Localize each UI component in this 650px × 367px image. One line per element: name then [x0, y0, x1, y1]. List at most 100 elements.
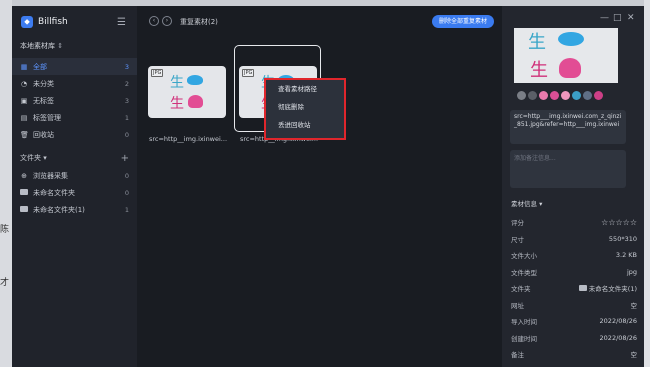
folder-item-unnamed-1[interactable]: 未命名文件夹(1) 1 [12, 201, 137, 218]
menu-item-delete-permanently[interactable]: 彻底删除 [266, 98, 344, 116]
preview-glyph: 生 [528, 32, 546, 53]
asset-filename: src=http__img.ixinwei... [149, 135, 228, 143]
main-content: ‹ › 重复素材(2) 删除全部重复素材 JPG 生 生 src=http__i… [137, 6, 502, 367]
inspector-panel: — □ ✕ 生 生 src=http___img.ixinwei.com_z_q… [502, 6, 644, 367]
background-text: 陈 [0, 225, 10, 235]
info-row-url: 网址 空 [511, 297, 637, 314]
info-value: 3.2 KB [615, 251, 637, 260]
brand: ⬥ Billfish [21, 16, 68, 28]
info-value[interactable]: 未命名文件夹(1) [578, 283, 637, 293]
info-key: 评分 [511, 219, 524, 228]
context-menu: 查看素材路径 彻底删除 丢进回收站 [264, 78, 346, 140]
grid-icon: ▦ [20, 62, 28, 71]
preview-shape [558, 32, 584, 46]
folder-item-unnamed[interactable]: 未命名文件夹 0 [12, 184, 137, 201]
folder-item-count: 0 [124, 171, 129, 180]
info-value: 2022/08/26 [599, 333, 637, 342]
filename-field[interactable]: src=http___img.ixinwei.com_z_qinzi_851.j… [510, 110, 626, 144]
sidebar-item-label: 全部 [33, 62, 47, 71]
color-swatch[interactable] [539, 91, 548, 100]
sidebar-nav: ▦ 全部 3 ◔ 未分类 2 ▣ 无标签 3 ▤ 标签管理 1 🗑 回收站 0 [12, 58, 137, 143]
info-key: 文件类型 [511, 268, 537, 277]
info-key: 创建时间 [511, 334, 537, 343]
globe-icon: ⊕ [21, 171, 27, 180]
thumb-glyph: 生 [170, 96, 184, 112]
trash-icon: 🗑 [20, 130, 29, 139]
asset-preview: 生 生 [514, 28, 618, 83]
info-row-created: 创建时间 2022/08/26 [511, 330, 637, 347]
tag-off-icon: ▣ [20, 96, 28, 105]
color-swatch[interactable] [572, 91, 581, 100]
info-key: 尺寸 [511, 235, 524, 244]
menu-item-view-path[interactable]: 查看素材路径 [266, 80, 344, 98]
billfish-logo-icon: ⬥ [21, 16, 33, 28]
app-window: ⬥ Billfish ☰ 本地素材库 ⇕ ▦ 全部 3 ◔ 未分类 2 ▣ 无标… [12, 6, 644, 367]
folder-icon [578, 285, 587, 292]
delete-all-duplicates-button[interactable]: 删除全部重复素材 [432, 15, 495, 28]
sidebar-item-trash[interactable]: 🗑 回收站 0 [12, 126, 137, 143]
background-text: 才 [0, 278, 10, 288]
folder-icon [20, 205, 28, 214]
sidebar-item-uncategorized[interactable]: ◔ 未分类 2 [12, 75, 137, 92]
sidebar-item-count: 3 [124, 62, 129, 71]
info-row-folder: 文件夹 未命名文件夹(1) [511, 280, 637, 297]
info-value: 空 [630, 351, 638, 360]
menu-item-move-to-trash[interactable]: 丢进回收站 [266, 116, 344, 134]
library-name: 本地素材库 [20, 42, 55, 50]
toolbar: ‹ › 重复素材(2) 删除全部重复素材 [137, 6, 502, 34]
info-row-rating: 评分 ☆☆☆☆☆ [511, 214, 637, 231]
info-list: 评分 ☆☆☆☆☆ 尺寸 550*310 文件大小 3.2 KB 文件类型 jpg… [511, 214, 637, 363]
sidebar-item-all[interactable]: ▦ 全部 3 [12, 58, 137, 75]
pie-icon: ◔ [20, 79, 28, 88]
folder-item-browser[interactable]: ⊕ 浏览器采集 0 [12, 167, 137, 184]
folders-header[interactable]: 文件夹 ▾ + [12, 150, 137, 166]
preview-glyph: 生 [530, 60, 548, 81]
sidebar: ⬥ Billfish ☰ 本地素材库 ⇕ ▦ 全部 3 ◔ 未分类 2 ▣ 无标… [12, 6, 137, 367]
folder-item-count: 1 [124, 205, 129, 214]
color-swatch[interactable] [594, 91, 603, 100]
color-swatch[interactable] [550, 91, 559, 100]
info-value: 空 [630, 301, 638, 310]
sidebar-item-count: 3 [124, 96, 129, 105]
color-palette [517, 91, 605, 100]
thumb-glyph: 生 [170, 75, 184, 91]
forward-icon[interactable]: › [162, 16, 172, 26]
color-swatch[interactable] [517, 91, 526, 100]
asset-thumbnail[interactable]: JPG 生 生 [148, 66, 226, 118]
note-field[interactable]: 添加备注信息... [510, 150, 626, 188]
sidebar-item-label: 未分类 [33, 79, 54, 88]
info-row-size: 尺寸 550*310 [511, 231, 637, 248]
color-swatch[interactable] [528, 91, 537, 100]
info-value: 2022/08/26 [599, 317, 637, 326]
rating-stars[interactable]: ☆☆☆☆☆ [601, 218, 637, 227]
close-icon[interactable]: ✕ [627, 13, 635, 23]
color-swatch[interactable] [583, 91, 592, 100]
sidebar-item-untagged[interactable]: ▣ 无标签 3 [12, 92, 137, 109]
maximize-icon[interactable]: □ [613, 13, 622, 23]
sidebar-item-tag-management[interactable]: ▤ 标签管理 1 [12, 109, 137, 126]
sidebar-item-label: 标签管理 [33, 113, 61, 122]
info-row-filesize: 文件大小 3.2 KB [511, 247, 637, 264]
thumb-shape [187, 75, 203, 85]
sidebar-item-count: 2 [124, 79, 129, 88]
folder-icon [20, 188, 28, 197]
info-section-header[interactable]: 素材信息 ▾ [511, 198, 542, 208]
tag-icon: ▤ [20, 113, 28, 122]
app-name: Billfish [38, 17, 68, 27]
back-icon[interactable]: ‹ [149, 16, 159, 26]
minimize-icon[interactable]: — [600, 13, 609, 23]
folder-item-label: 未命名文件夹(1) [33, 205, 85, 214]
info-key: 导入时间 [511, 318, 537, 327]
info-value: jpg [626, 267, 637, 276]
folders-label: 文件夹 ▾ [20, 154, 47, 162]
info-key: 备注 [511, 351, 524, 360]
add-folder-icon[interactable]: + [121, 153, 129, 164]
library-switcher[interactable]: 本地素材库 ⇕ [20, 41, 63, 51]
sidebar-item-count: 1 [124, 113, 129, 122]
color-swatch[interactable] [561, 91, 570, 100]
info-value: 550*310 [608, 234, 637, 243]
info-row-imported: 导入时间 2022/08/26 [511, 313, 637, 330]
menu-icon[interactable]: ☰ [117, 17, 126, 28]
info-key: 文件大小 [511, 252, 537, 261]
preview-shape [559, 58, 581, 78]
